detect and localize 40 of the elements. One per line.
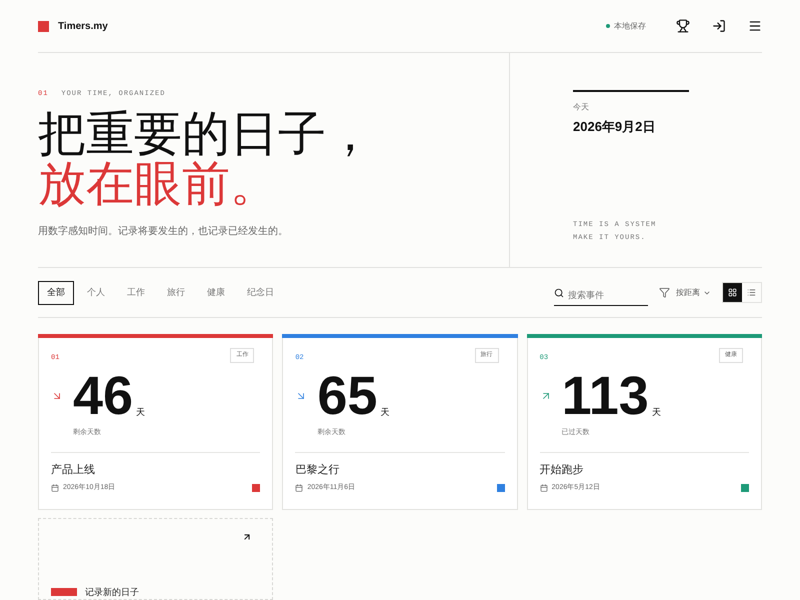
filter-tab[interactable]: 个人 (78, 280, 114, 304)
filter-icon (659, 287, 670, 298)
today-date: 2026年9月2日 (573, 118, 656, 136)
logo-square-icon (38, 20, 49, 32)
login-icon[interactable] (712, 19, 726, 33)
day-unit: 天 (652, 406, 661, 419)
menu-icon[interactable] (748, 19, 762, 33)
hero-subtitle: 用数字感知时间。记录将要发生的，也记录已经发生的。 (38, 224, 289, 238)
filter-tab[interactable]: 纪念日 (238, 280, 283, 304)
grid-icon (728, 288, 737, 297)
event-title: 巴黎之行 (294, 462, 340, 478)
new-event-card[interactable]: 记录新的日子 (38, 518, 274, 600)
filter-tab[interactable]: 健康 (198, 280, 234, 304)
calendar-icon (540, 484, 548, 492)
calendar-icon (295, 484, 304, 492)
filter-tab[interactable]: 旅行 (158, 280, 194, 304)
day-unit: 天 (136, 406, 146, 419)
day-count: 65 (317, 370, 378, 422)
grid-view-button[interactable] (723, 283, 742, 302)
save-status: 本地保存 (614, 20, 646, 32)
event-title: 产品上线 (50, 462, 96, 478)
sort-button[interactable]: 按距离 (658, 286, 712, 298)
calendar-icon (51, 484, 59, 492)
hero-title-highlight: 放在眼前。 (38, 160, 279, 210)
filter-tab[interactable]: 工作 (118, 280, 154, 304)
filter-tab[interactable]: 全部 (38, 280, 74, 304)
day-unit: 天 (380, 406, 390, 419)
brand-name: Timers.my (58, 20, 108, 34)
list-icon (747, 288, 756, 297)
accent-block-icon (51, 588, 77, 596)
search-icon (554, 288, 564, 298)
today-label: 今天 (573, 102, 590, 114)
arrow-up-right-icon (242, 532, 252, 542)
hero-title: 把重要的日子， (38, 110, 375, 160)
new-event-label: 记录新的日子 (85, 587, 139, 597)
day-count: 113 (562, 370, 649, 422)
day-count: 46 (73, 370, 134, 422)
trophy-icon[interactable] (676, 19, 690, 33)
event-title: 开始跑步 (538, 463, 585, 478)
search-field[interactable]: 搜索事件 (554, 284, 648, 306)
